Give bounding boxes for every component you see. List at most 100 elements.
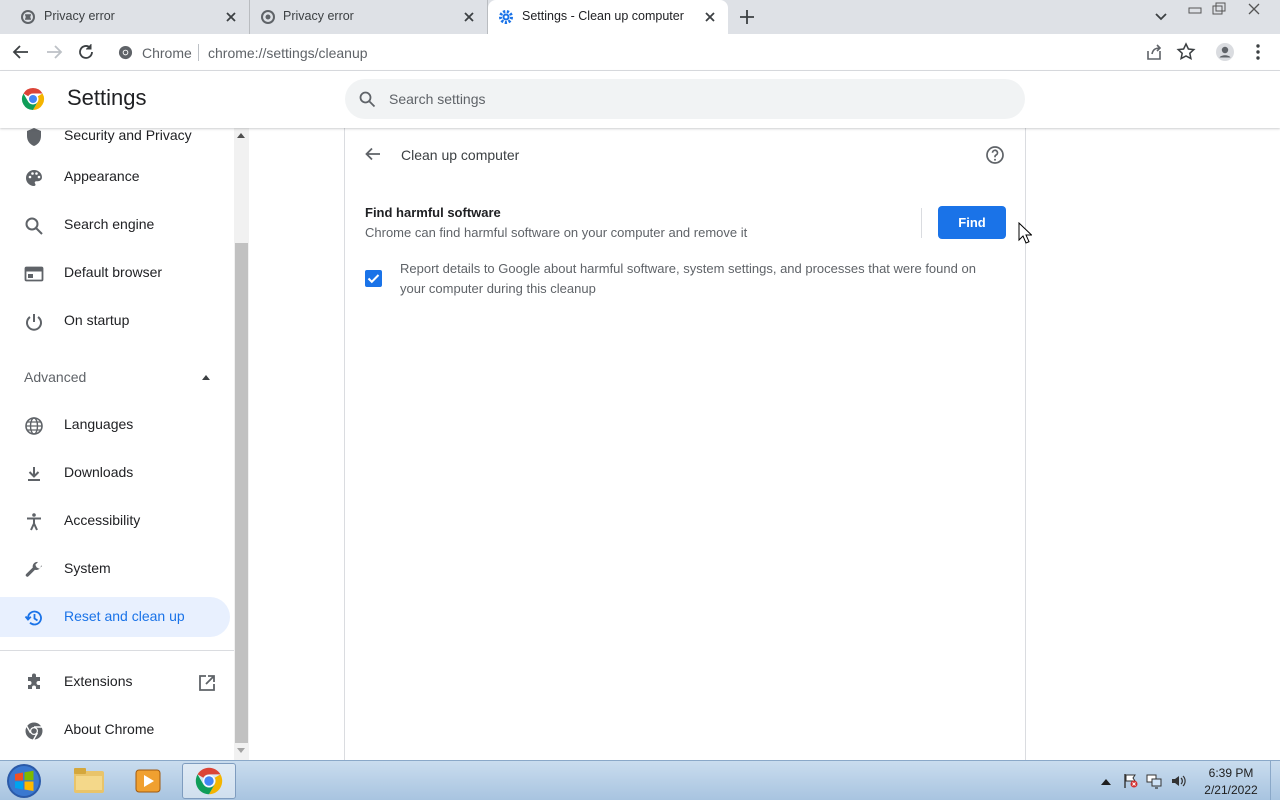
power-icon — [26, 314, 42, 331]
find-harmful-software-title: Find harmful software — [365, 205, 501, 220]
sidebar-item-label: Default browser — [64, 264, 163, 280]
taskbar-media-player[interactable] — [122, 763, 176, 799]
sidebar-item-appearance[interactable]: Appearance — [0, 157, 230, 197]
globe-icon — [25, 417, 43, 435]
sidebar-item-label: Search engine — [64, 216, 155, 232]
profile-avatar-icon[interactable] — [1215, 42, 1235, 62]
show-desktop-button[interactable] — [1270, 761, 1280, 800]
omnibox-separator — [198, 44, 199, 61]
sidebar-item-label: Accessibility — [64, 512, 141, 528]
row-separator — [921, 208, 922, 238]
restore-icon — [24, 610, 42, 626]
checkmark-icon — [367, 274, 380, 284]
puzzle-icon — [28, 673, 40, 689]
sidebar-item-label: Security and Privacy — [64, 128, 192, 143]
browser-toolbar: Chrome chrome://settings/cleanup — [0, 34, 1280, 71]
sidebar-item-label: Languages — [64, 416, 134, 432]
settings-header: Settings — [0, 71, 1280, 128]
network-icon[interactable] — [1146, 773, 1162, 789]
chevron-down-icon[interactable] — [1152, 8, 1170, 26]
sidebar-item-accessibility[interactable]: Accessibility — [0, 501, 230, 541]
taskbar-clock-time[interactable]: 6:39 PM — [1199, 766, 1263, 780]
chrome-icon — [25, 722, 43, 741]
chrome-logo-icon — [21, 88, 45, 110]
sidebar-scrollbar-thumb[interactable] — [235, 243, 248, 743]
sidebar-item-label: On startup — [64, 312, 130, 328]
folder-icon — [74, 768, 104, 793]
browser-window-icon — [24, 266, 44, 282]
sidebar-item-security-privacy[interactable]: Security and Privacy — [0, 128, 230, 156]
wrench-icon — [25, 561, 42, 577]
url-text[interactable]: chrome://settings/cleanup — [208, 45, 368, 61]
accessibility-icon — [27, 513, 41, 531]
sidebar-item-extensions[interactable]: Extensions — [0, 662, 230, 702]
taskbar-chrome[interactable] — [182, 763, 236, 799]
page-title: Settings — [67, 85, 147, 110]
more-menu-icon[interactable] — [1248, 42, 1268, 62]
find-button[interactable]: Find — [938, 206, 1006, 239]
sidebar-item-label: Appearance — [64, 168, 140, 184]
tab-strip: Privacy error Privacy error Settings - C… — [0, 0, 1280, 34]
back-arrow-icon[interactable] — [364, 145, 382, 163]
sidebar-item-languages[interactable]: Languages — [0, 405, 230, 445]
sidebar-item-on-startup[interactable]: On startup — [0, 301, 230, 341]
share-icon[interactable] — [1144, 42, 1164, 62]
sidebar-item-search-engine[interactable]: Search engine — [0, 205, 230, 245]
minimize-icon[interactable] — [1187, 2, 1205, 16]
tab-title: Privacy error — [44, 9, 115, 23]
sidebar-divider — [0, 650, 234, 651]
advanced-section-toggle[interactable]: Advanced — [0, 361, 230, 393]
download-icon — [28, 467, 40, 481]
scroll-down-arrow-icon[interactable] — [237, 748, 245, 754]
scroll-up-arrow-icon[interactable] — [237, 132, 245, 138]
sidebar-item-reset-and-clean-up[interactable]: Reset and clean up — [0, 597, 230, 637]
tab-title: Settings - Clean up computer — [522, 9, 684, 23]
tab-settings[interactable]: Settings - Clean up computer — [488, 0, 728, 34]
advanced-label: Advanced — [24, 369, 87, 385]
tab-title: Privacy error — [283, 9, 354, 23]
sidebar-item-label: System — [64, 560, 111, 576]
reload-icon[interactable] — [76, 42, 96, 62]
sidebar-item-label: About Chrome — [64, 721, 155, 737]
open-in-new-icon — [199, 675, 215, 691]
bookmark-star-icon[interactable] — [1176, 42, 1196, 62]
tab-privacy-error-1[interactable]: Privacy error — [0, 0, 250, 34]
report-details-checkbox[interactable] — [365, 270, 382, 287]
settings-sidebar: Security and Privacy Appearance Search e… — [0, 128, 234, 760]
sidebar-item-system[interactable]: System — [0, 549, 230, 589]
search-icon — [25, 217, 43, 235]
subpage-title: Clean up computer — [401, 147, 520, 163]
forward-icon[interactable] — [44, 42, 64, 62]
globe-icon — [261, 10, 275, 24]
chrome-site-icon[interactable] — [118, 45, 133, 60]
cleanup-card: Clean up computer Find harmful software … — [344, 128, 1026, 760]
gear-icon — [499, 10, 513, 24]
help-icon[interactable] — [985, 145, 1005, 165]
start-button-icon[interactable] — [4, 762, 44, 800]
palette-icon — [26, 170, 42, 186]
close-icon[interactable] — [702, 9, 718, 25]
site-label: Chrome — [142, 45, 192, 61]
taskbar-file-explorer[interactable] — [62, 763, 116, 799]
volume-icon[interactable] — [1170, 773, 1186, 789]
search-icon — [359, 91, 376, 108]
tray-expand-icon[interactable] — [1101, 778, 1111, 785]
settings-search[interactable] — [345, 79, 1025, 119]
sidebar-item-about-chrome[interactable]: About Chrome — [0, 710, 230, 750]
restore-window-icon[interactable] — [1211, 2, 1229, 16]
sidebar-item-label: Extensions — [64, 673, 133, 689]
close-window-icon[interactable] — [1245, 2, 1263, 16]
windows-taskbar: 6:39 PM 2/21/2022 — [0, 760, 1280, 800]
search-input[interactable] — [389, 79, 989, 119]
sidebar-item-label: Downloads — [64, 464, 134, 480]
sidebar-item-downloads[interactable]: Downloads — [0, 453, 230, 493]
sidebar-item-default-browser[interactable]: Default browser — [0, 253, 230, 293]
back-icon[interactable] — [11, 42, 31, 62]
close-icon[interactable] — [461, 9, 477, 25]
new-tab-icon[interactable] — [738, 8, 756, 26]
taskbar-clock-date[interactable]: 2/21/2022 — [1199, 783, 1263, 797]
address-bar[interactable]: Chrome chrome://settings/cleanup — [108, 38, 1210, 67]
close-icon[interactable] — [223, 9, 239, 25]
tab-privacy-error-2[interactable]: Privacy error — [250, 0, 488, 34]
action-center-flag-icon[interactable] — [1122, 773, 1138, 789]
